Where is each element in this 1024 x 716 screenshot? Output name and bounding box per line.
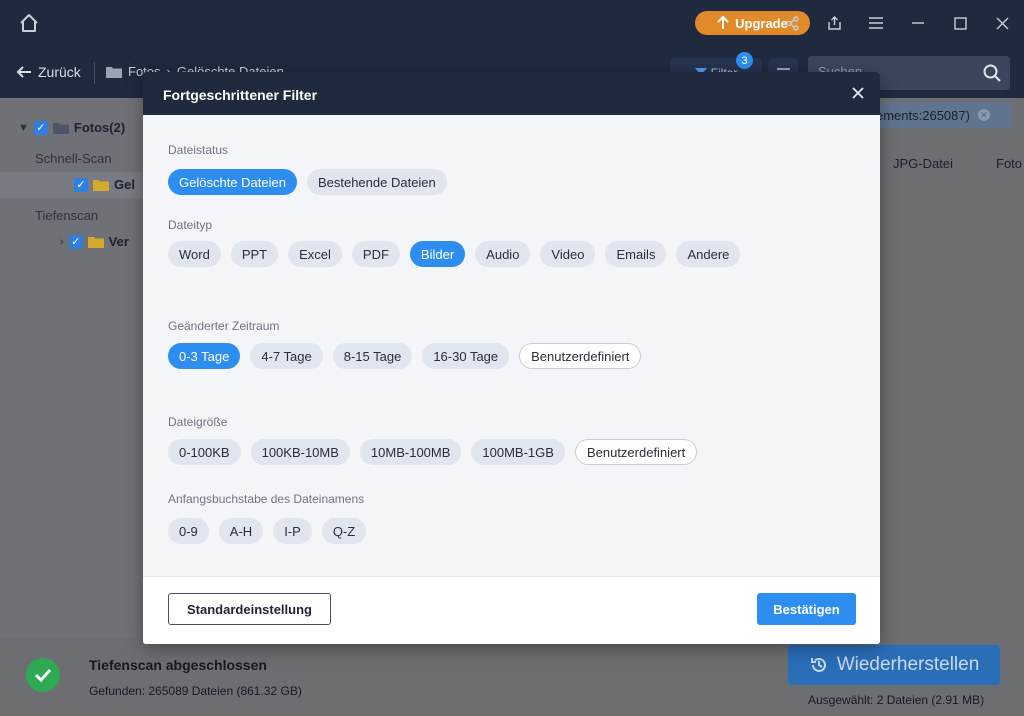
folder-icon (106, 66, 122, 78)
dialog-header: Fortgeschrittener Filter (143, 72, 880, 115)
home-icon[interactable] (18, 12, 40, 34)
section-label-time: Geänderter Zeitraum (168, 319, 280, 333)
filter-chip-time[interactable]: Benutzerdefiniert (519, 343, 642, 369)
title-bar: Upgrade (0, 0, 1024, 48)
filter-chip-letter[interactable]: I-P (273, 518, 312, 544)
filter-chip-status[interactable]: Bestehende Dateien (306, 169, 447, 195)
back-button[interactable]: Zurück (16, 64, 81, 80)
back-label: Zurück (38, 64, 81, 80)
filter-chip-type[interactable]: Bilder (409, 241, 466, 267)
scan-status-title: Tiefenscan abgeschlossen (89, 657, 267, 673)
maximize-icon[interactable] (950, 13, 970, 33)
tree-item-label: Ver (108, 234, 129, 249)
filter-chip-size[interactable]: 100KB-10MB (250, 439, 350, 465)
tree-item-label: Gel (114, 177, 135, 192)
arrow-left-icon (16, 66, 31, 78)
filter-chip-time[interactable]: 4-7 Tage (250, 343, 323, 369)
filter-chip-type[interactable]: Word (168, 241, 221, 267)
chips-time: 0-3 Tage 4-7 Tage 8-15 Tage 16-30 Tage Benut… (168, 343, 642, 369)
filter-chip-type[interactable]: Video (540, 241, 596, 267)
column-header[interactable]: Foto (996, 156, 1022, 171)
section-label: Tiefenscan (35, 208, 99, 223)
reset-default-button[interactable]: Standardeinstellung (168, 593, 331, 625)
section-label: Schnell-Scan (35, 151, 112, 166)
close-icon[interactable] (850, 85, 866, 101)
tree-item-lost[interactable]: › ✓ Ver (60, 234, 129, 249)
filter-chip-type[interactable]: Andere (676, 241, 741, 267)
folder-icon (52, 122, 69, 134)
dialog-footer: Standardeinstellung Bestätigen (143, 576, 880, 644)
item-count-chip: ements:265087) ✕ (872, 102, 1012, 128)
filter-chip-time[interactable]: 0-3 Tage (168, 343, 241, 369)
history-icon (810, 657, 826, 672)
chips-letter: 0-9 A-H I-P Q-Z (168, 518, 367, 544)
chips-status: Gelöschte Dateien Bestehende Dateien (168, 169, 447, 195)
restore-label: Wiederherstellen (836, 654, 980, 675)
share-icon[interactable] (782, 13, 802, 33)
confirm-button[interactable]: Bestätigen (757, 593, 856, 625)
tree-item-deleted[interactable]: ✓ Gel (74, 177, 135, 192)
section-label-status: Dateistatus (168, 143, 229, 157)
close-window-icon[interactable] (992, 13, 1012, 33)
chevron-right-icon[interactable]: › (60, 236, 64, 248)
filter-chip-size[interactable]: 0-100KB (168, 439, 241, 465)
filter-chip-type[interactable]: PPT (230, 241, 279, 267)
advanced-filter-dialog: Fortgeschrittener Filter Dateistatus Gel… (143, 72, 880, 644)
filter-chip-type[interactable]: Emails (605, 241, 667, 267)
filter-chip-size[interactable]: 10MB-100MB (359, 439, 462, 465)
filter-chip-type[interactable]: Excel (288, 241, 342, 267)
item-count-label: ements:265087) (876, 107, 970, 123)
chevron-down-icon[interactable]: ▼ (18, 122, 29, 134)
filter-chip-letter[interactable]: Q-Z (321, 518, 367, 544)
restore-button[interactable]: Wiederherstellen (788, 645, 1000, 685)
tree-item-label: Fotos(2) (73, 120, 126, 135)
upgrade-label: Upgrade (735, 15, 788, 31)
arrow-up-icon (717, 16, 729, 29)
close-chip-icon[interactable]: ✕ (977, 109, 990, 121)
filter-chip-time[interactable]: 16-30 Tage (422, 343, 510, 369)
chips-size: 0-100KB 100KB-10MB 10MB-100MB 100MB-1GB Benu… (168, 439, 698, 465)
chips-type: Word PPT Excel PDF Bilder Audio Video Emails And… (168, 241, 741, 267)
checkbox-checked[interactable]: ✓ (33, 120, 48, 135)
menu-icon[interactable] (866, 13, 886, 33)
filter-count-badge: 3 (736, 52, 753, 69)
section-label-type: Dateityp (168, 218, 213, 232)
section-label-letter: Anfangsbuchstabe des Dateinamens (168, 492, 365, 506)
section-label-size: Dateigröße (168, 415, 228, 429)
folder-icon (93, 179, 109, 191)
filter-chip-type[interactable]: PDF (351, 241, 400, 267)
filter-chip-size[interactable]: 100MB-1GB (471, 439, 565, 465)
scan-found-text: Gefunden: 265089 Dateien (861.32 GB) (89, 684, 302, 698)
checkbox-checked[interactable]: ✓ (68, 234, 83, 249)
filter-chip-time[interactable]: 8-15 Tage (332, 343, 413, 369)
dialog-body: Dateistatus Gelöschte Dateien Bestehende … (143, 115, 880, 576)
filter-chip-status[interactable]: Gelöschte Dateien (168, 169, 297, 195)
search-icon[interactable] (982, 63, 1002, 83)
filter-chip-type[interactable]: Audio (475, 241, 531, 267)
divider (94, 62, 95, 84)
selected-files-info: Ausgewählt: 2 Dateien (2.91 MB) (808, 693, 985, 707)
tree-item-root[interactable]: ▼ ✓ Fotos(2) (18, 120, 125, 135)
check-circle-icon (26, 658, 60, 692)
dialog-title: Fortgeschrittener Filter (163, 87, 318, 103)
minimize-icon[interactable] (908, 13, 928, 33)
filter-chip-size[interactable]: Benutzerdefiniert (574, 439, 698, 465)
filter-chip-letter[interactable]: A-H (218, 518, 264, 544)
checkbox-checked[interactable]: ✓ (74, 177, 88, 192)
export-icon[interactable] (824, 13, 844, 33)
column-header[interactable]: JPG-Datei (893, 156, 953, 171)
filter-chip-letter[interactable]: 0-9 (168, 518, 209, 544)
folder-icon (87, 236, 104, 248)
